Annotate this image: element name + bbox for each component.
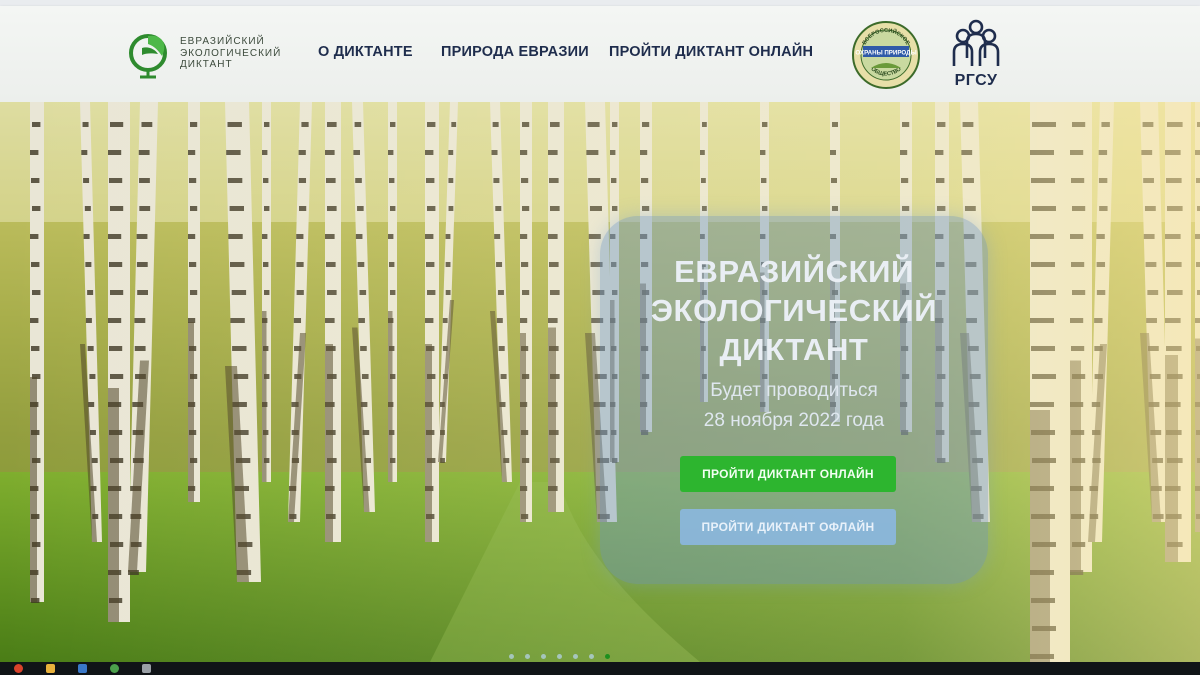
os-taskbar: [0, 662, 1200, 675]
take-online-button[interactable]: ПРОЙТИ ДИКТАНТ ОНЛАЙН: [680, 456, 896, 492]
rgsu-people-icon: [952, 19, 1000, 66]
logo-line: ДИКТАНТ: [180, 59, 233, 70]
rgsu-logo[interactable]: РГСУ: [948, 18, 1008, 96]
hero-card: ЕВРАЗИЙСКИЙ ЭКОЛОГИЧЕСКИЙ ДИКТАНТ Будет …: [600, 216, 988, 584]
carousel-dot[interactable]: [525, 654, 530, 659]
hero-title-line: ЭКОЛОГИЧЕСКИЙ: [650, 293, 938, 328]
leaf-globe-logo-icon: [129, 34, 167, 79]
seal-band-text: ОХРАНЫ ПРИРОДЫ: [855, 50, 916, 57]
folder-icon[interactable]: [46, 664, 55, 673]
carousel-dot[interactable]: [605, 654, 610, 659]
nav-item-nature[interactable]: ПРИРОДА ЕВРАЗИИ: [441, 44, 589, 60]
rgsu-label: РГСУ: [954, 72, 998, 89]
nature-society-seal-icon[interactable]: ОХРАНЫ ПРИРОДЫ ВСЕРОССИЙСКОЕ ОБЩЕСТВО: [851, 20, 921, 90]
carousel-dot[interactable]: [589, 654, 594, 659]
chrome-icon[interactable]: [14, 664, 23, 673]
logo-line: ЭКОЛОГИЧЕСКИЙ: [180, 47, 282, 59]
carousel-dot[interactable]: [573, 654, 578, 659]
nav-item-take-online[interactable]: ПРОЙТИ ДИКТАНТ ОНЛАЙН: [609, 44, 813, 60]
nav-item-about[interactable]: О ДИКТАНТЕ: [318, 44, 413, 60]
take-offline-button[interactable]: ПРОЙТИ ДИКТАНТ ОФЛАЙН: [680, 509, 896, 545]
hero-title-line: ДИКТАНТ: [719, 332, 869, 367]
browser-icon[interactable]: [110, 664, 119, 673]
hero-title: ЕВРАЗИЙСКИЙ ЭКОЛОГИЧЕСКИЙ ДИКТАНТ: [600, 252, 988, 369]
hero-date: 28 ноября 2022 года: [703, 410, 885, 431]
carousel-dot[interactable]: [509, 654, 514, 659]
hero-subtitle: Будет проводиться 28 ноября 2022 года: [600, 376, 988, 436]
site-header: ЕВРАЗИЙСКИЙ ЭКОЛОГИЧЕСКИЙ ДИКТАНТ О ДИКТ…: [0, 6, 1200, 102]
logo-text: ЕВРАЗИЙСКИЙ ЭКОЛОГИЧЕСКИЙ ДИКТАНТ: [180, 36, 300, 71]
carousel-dot[interactable]: [557, 654, 562, 659]
site-logo[interactable]: ЕВРАЗИЙСКИЙ ЭКОЛОГИЧЕСКИЙ ДИКТАНТ: [128, 26, 298, 82]
hero-subtitle-line: Будет проводиться: [710, 380, 878, 401]
hero-title-line: ЕВРАЗИЙСКИЙ: [674, 254, 914, 289]
app-icon[interactable]: [142, 664, 151, 673]
logo-line: ЕВРАЗИЙСКИЙ: [180, 36, 265, 47]
carousel-dot[interactable]: [541, 654, 546, 659]
app-icon[interactable]: [78, 664, 87, 673]
